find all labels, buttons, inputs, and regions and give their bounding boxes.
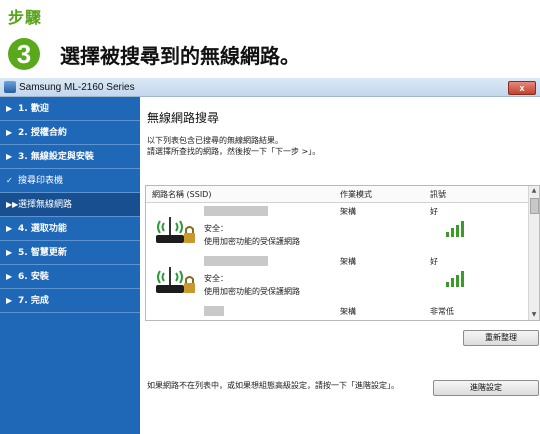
- instruction-line: 請選擇所查找的網路，然後按一下「下一步 >」。: [147, 147, 321, 156]
- table-row[interactable]: 架構 好 安全： 使用加密功能的受保護網路: [146, 253, 528, 303]
- arrow-icon: ▶: [6, 248, 13, 257]
- sidebar: ▶ 1. 歡迎 ▶ 2. 授權合約 ▶ 3. 無線設定與安裝 ✓ 搜尋印表機 ▶▶選擇無…: [0, 97, 140, 434]
- table-row[interactable]: 架構 好 安全： 使用加密功能的受保護網路: [146, 203, 528, 253]
- refresh-button[interactable]: 重新整理: [463, 330, 539, 346]
- arrow-icon: ▶: [6, 128, 13, 137]
- sidebar-item-welcome[interactable]: ▶ 1. 歡迎: [0, 97, 140, 121]
- page-title: 無線網路搜尋: [147, 111, 220, 125]
- arrow-icon: ▶: [6, 224, 13, 233]
- sidebar-item-label: 1. 歡迎: [18, 104, 49, 114]
- network-mode: 架構: [340, 257, 356, 266]
- arrow-icon: ▶: [6, 152, 13, 161]
- sidebar-item-select-network[interactable]: ▶▶選擇無線網路: [0, 193, 140, 217]
- sidebar-item-label: 選擇無線網路: [18, 200, 73, 210]
- ssid-redacted: [204, 206, 268, 216]
- sidebar-item-wireless-setup[interactable]: ▶ 3. 無線設定與安裝: [0, 145, 140, 169]
- window-titlebar: Samsung ML-2160 Series x: [0, 78, 540, 97]
- security-desc: 使用加密功能的受保護網路: [204, 237, 300, 246]
- sidebar-item-label: 4. 選取功能: [18, 224, 67, 234]
- secured-router-icon: [156, 267, 195, 293]
- security-label: 安全：: [204, 274, 228, 283]
- column-header-signal[interactable]: 訊號: [430, 189, 446, 200]
- sidebar-item-label: 2. 授權合約: [18, 128, 67, 138]
- security-label: 安全：: [204, 224, 228, 233]
- scroll-up-icon[interactable]: ▲: [530, 187, 538, 195]
- sidebar-item-smart-update[interactable]: ▶ 5. 智慧更新: [0, 241, 140, 265]
- step-number-badge: 3: [8, 38, 40, 70]
- sidebar-item-label: 3. 無線設定與安裝: [18, 152, 94, 162]
- sidebar-item-label: 6. 安裝: [18, 272, 49, 282]
- signal-strength: 非常低: [430, 307, 454, 316]
- network-mode: 架構: [340, 307, 356, 316]
- network-list[interactable]: 網路名稱 (SSID) 作業模式 訊號 架構 好 安全： 使用加密功能的受保護網…: [145, 185, 540, 321]
- ssid-redacted: [204, 256, 268, 266]
- sidebar-item-label: 搜尋印表機: [18, 176, 64, 186]
- table-row[interactable]: 架構 非常低: [146, 303, 528, 320]
- vertical-scrollbar[interactable]: ▲ ▼: [528, 186, 539, 320]
- installer-window: Samsung ML-2160 Series x ▶ 1. 歡迎 ▶ 2. 授權合約…: [0, 78, 540, 434]
- scroll-down-icon[interactable]: ▼: [530, 311, 538, 319]
- arrow-icon: ▶: [6, 272, 13, 281]
- sidebar-item-select-features[interactable]: ▶ 4. 選取功能: [0, 217, 140, 241]
- advanced-settings-button[interactable]: 進階設定: [433, 380, 539, 396]
- step-label: 步驟: [8, 8, 43, 27]
- signal-bars-icon: [446, 271, 464, 287]
- window-title: Samsung ML-2160 Series: [19, 81, 135, 93]
- table-header: 網路名稱 (SSID) 作業模式 訊號: [146, 186, 539, 203]
- security-desc: 使用加密功能的受保護網路: [204, 287, 300, 296]
- network-mode: 架構: [340, 207, 356, 216]
- step-title: 選擇被搜尋到的無線網路。: [60, 44, 300, 68]
- sidebar-item-install[interactable]: ▶ 6. 安裝: [0, 265, 140, 289]
- check-icon: ✓: [6, 176, 13, 185]
- sidebar-item-search-printer[interactable]: ✓ 搜尋印表機: [0, 169, 140, 193]
- signal-strength: 好: [430, 257, 438, 266]
- secured-router-icon: [156, 217, 195, 243]
- sidebar-item-license[interactable]: ▶ 2. 授權合約: [0, 121, 140, 145]
- column-header-mode[interactable]: 作業模式: [340, 189, 372, 200]
- main-content: 無線網路搜尋 以下列表包含已搜尋的無線網路結果。 請選擇所查找的網路，然後按一下…: [141, 97, 540, 434]
- sidebar-item-label: 7. 完成: [18, 296, 49, 306]
- sidebar-item-finish[interactable]: ▶ 7. 完成: [0, 289, 140, 313]
- ssid-redacted: [204, 306, 224, 316]
- double-arrow-icon: ▶▶: [6, 200, 19, 209]
- signal-strength: 好: [430, 207, 438, 216]
- sidebar-item-label: 5. 智慧更新: [18, 248, 67, 258]
- app-icon: [4, 81, 16, 93]
- advanced-settings-note: 如果網路不在列表中，或如果想組態高級設定，請按一下「進階設定」。: [147, 381, 399, 390]
- signal-bars-icon: [446, 221, 464, 237]
- arrow-icon: ▶: [6, 296, 13, 305]
- instructions: 以下列表包含已搜尋的無線網路結果。 請選擇所查找的網路，然後按一下「下一步 >」…: [147, 135, 320, 157]
- instruction-line: 以下列表包含已搜尋的無線網路結果。: [147, 136, 283, 145]
- arrow-icon: ▶: [6, 104, 13, 113]
- scroll-thumb[interactable]: [530, 198, 539, 214]
- close-button[interactable]: x: [508, 81, 536, 95]
- column-header-ssid[interactable]: 網路名稱 (SSID): [152, 189, 211, 200]
